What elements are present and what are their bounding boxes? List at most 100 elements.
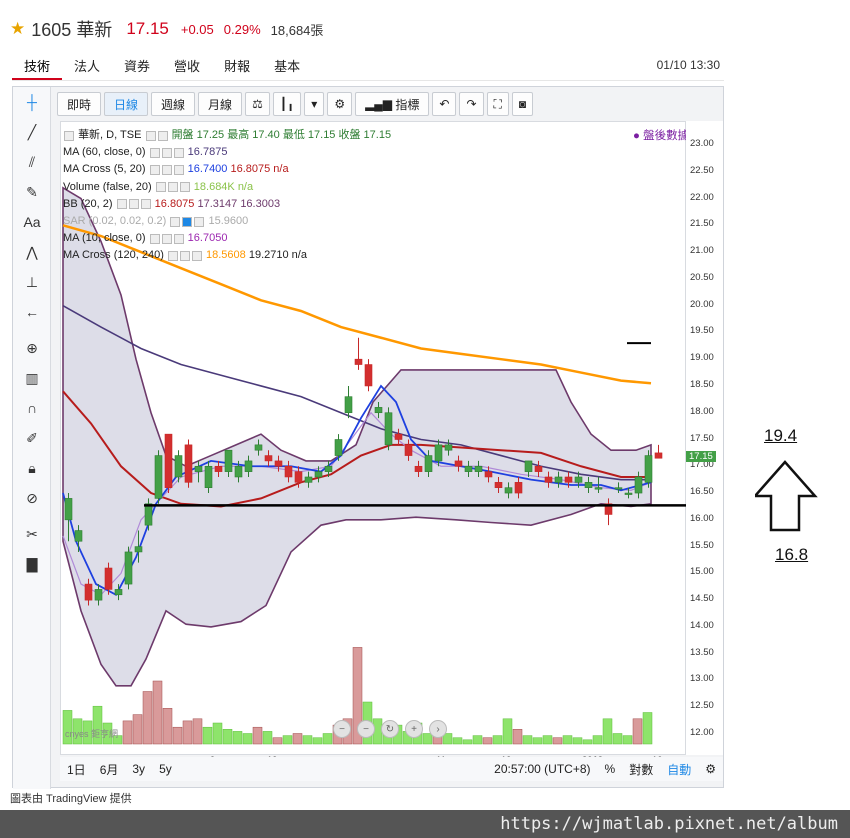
star-icon[interactable]: ★ <box>10 19 25 39</box>
fullscreen-icon[interactable]: ⛶ <box>486 92 509 116</box>
candle-style-icon[interactable]: ┃╻ <box>272 92 302 116</box>
brush-icon[interactable]: ✎ <box>13 177 51 207</box>
pattern-icon[interactable]: ⋀ <box>13 237 51 267</box>
volume-bar <box>552 737 563 745</box>
chevron-down-icon[interactable]: ▾ <box>304 92 325 116</box>
hide-icon[interactable]: ⊘ <box>13 483 51 513</box>
camera-icon[interactable]: ◙ <box>511 92 534 116</box>
tab-margin[interactable]: 資券 <box>112 52 162 80</box>
zoom-minus-icon[interactable]: − <box>357 720 375 738</box>
tab-institutional[interactable]: 法人 <box>62 52 112 80</box>
interval-monthly-button[interactable]: 月線 <box>198 92 243 116</box>
range-3y-button[interactable]: 3y <box>125 762 152 776</box>
stock-price: 17.15 <box>126 19 169 38</box>
crosshair-icon[interactable]: ┼ <box>13 87 51 117</box>
candle-body <box>614 487 623 490</box>
zoom-out-icon[interactable]: − <box>333 720 351 738</box>
y-tick-label: 16.50 <box>690 486 714 498</box>
ruler-icon[interactable]: ▥ <box>13 363 51 393</box>
volume-bar <box>152 680 163 745</box>
tab-basics[interactable]: 基本 <box>262 52 312 80</box>
y-tick-label: 21.00 <box>690 245 714 257</box>
after-hours-link[interactable]: ● 盤後數據 <box>633 127 689 143</box>
candle-body <box>214 465 223 472</box>
volume-bar <box>132 714 143 745</box>
candle-body <box>164 433 173 488</box>
candle-body <box>364 364 373 387</box>
range-5y-button[interactable]: 5y <box>152 762 179 776</box>
candle-body <box>224 449 233 472</box>
y-tick-label: 20.00 <box>690 298 714 310</box>
indicators-button[interactable]: ▂▄▆ 指標 <box>355 92 430 116</box>
volume-bar <box>602 718 613 745</box>
magnet-icon[interactable]: ∩ <box>13 393 51 423</box>
candle-body <box>304 476 313 483</box>
volume-bar <box>642 712 653 745</box>
auto-button[interactable]: 自動 <box>660 761 698 778</box>
interval-daily-button[interactable]: 日線 <box>104 92 149 116</box>
candle-body <box>394 433 403 440</box>
candle-body <box>104 567 113 590</box>
candle-body <box>114 589 123 596</box>
text-tool-icon[interactable]: Aa <box>13 207 51 237</box>
tab-technical[interactable]: 技術 <box>12 52 63 80</box>
compare-icon[interactable]: ⚖ <box>245 92 270 116</box>
volume-bar <box>122 720 133 745</box>
candle-body <box>514 482 523 494</box>
footer-url: https://wjmatlab.pixnet.net/album <box>500 814 838 834</box>
volume-bar <box>542 735 553 745</box>
y-tick-label: 23.00 <box>690 138 714 149</box>
measure-icon[interactable]: ⊥ <box>13 267 51 297</box>
candle-body <box>354 358 363 365</box>
candle-body <box>454 460 463 467</box>
scroll-right-icon[interactable]: › <box>429 720 447 738</box>
candle-body <box>434 444 443 462</box>
log-button[interactable]: 對數 <box>622 761 660 778</box>
volume-bar <box>242 733 253 745</box>
trash-icon[interactable]: ▇ <box>13 549 51 579</box>
fork-icon[interactable]: ⫽ <box>13 147 51 177</box>
volume-bar <box>292 733 303 745</box>
tab-financials[interactable]: 財報 <box>212 52 262 80</box>
last-price-tag: 17.15 <box>686 451 716 463</box>
range-1d-button[interactable]: 1日 <box>60 761 93 778</box>
tools-icon[interactable]: ✂ <box>13 519 51 549</box>
bottom-toolbar: 1日 6月 3y 5y 20:57:00 (UTC+8) % 對數 自動 ⚙ <box>60 757 723 781</box>
percent-button[interactable]: % <box>598 762 623 776</box>
candle-body <box>524 460 533 472</box>
candle-body <box>624 492 633 495</box>
volume-bar <box>232 731 243 745</box>
candle-body <box>234 465 243 478</box>
interval-weekly-button[interactable]: 週線 <box>151 92 196 116</box>
reset-icon[interactable]: ↻ <box>381 720 399 738</box>
y-tick-label: 22.00 <box>690 191 714 203</box>
trendline-icon[interactable]: ╱ <box>13 117 51 147</box>
settings-icon[interactable]: ⚙ <box>327 92 353 116</box>
range-6m-button[interactable]: 6月 <box>93 761 126 778</box>
price-axis[interactable]: 23.00 22.50 22.00 21.50 21.00 20.50 20.00 19.50… <box>686 121 723 755</box>
candle-body <box>654 452 663 459</box>
annotation-bottom: 16.8 <box>775 545 809 564</box>
collapse-icon[interactable] <box>64 130 74 141</box>
candle-body <box>544 476 553 483</box>
tab-revenue[interactable]: 營收 <box>162 52 212 80</box>
volume-bar <box>262 731 273 745</box>
indicators-icon: ▂▄▆ <box>365 97 396 111</box>
zoom-in-icon[interactable]: + <box>405 720 423 738</box>
volume-bar <box>302 735 313 745</box>
lock-icon[interactable]: 🔒︎ <box>13 453 51 483</box>
arrow-left-icon[interactable]: ← <box>13 297 51 327</box>
redo-icon[interactable]: ↷ <box>459 92 484 116</box>
candle-body <box>274 460 283 467</box>
volume-bar <box>592 735 603 745</box>
y-tick-label: 19.50 <box>690 325 714 337</box>
undo-icon[interactable]: ↶ <box>432 92 457 116</box>
interval-realtime-button[interactable]: 即時 <box>57 92 102 116</box>
volume-bar <box>492 735 503 745</box>
volume-bar <box>272 737 283 745</box>
zoom-icon[interactable]: ⊕ <box>13 333 51 363</box>
candle-body <box>644 455 653 483</box>
gear-icon[interactable]: ⚙ <box>698 762 723 776</box>
stay-drawing-icon[interactable]: ✐ <box>13 423 51 453</box>
footer-url-bar: https://wjmatlab.pixnet.net/album <box>0 810 850 838</box>
